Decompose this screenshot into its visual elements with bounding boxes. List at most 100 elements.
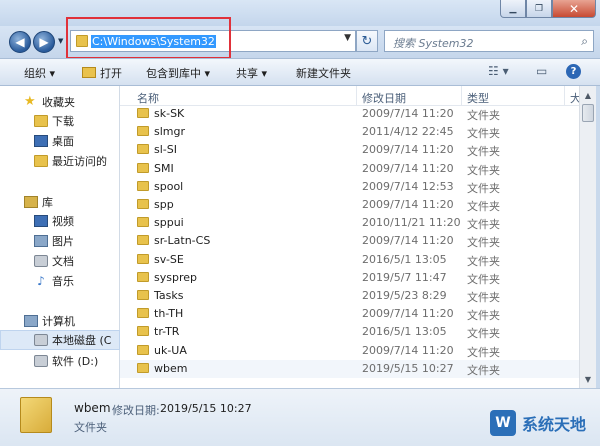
folder-icon <box>137 144 149 155</box>
details-date-value: 2019/5/15 10:27 <box>160 402 252 415</box>
file-row[interactable]: spp 2009/7/14 11:20 文件夹 <box>120 196 579 214</box>
nav-pictures[interactable]: 图片 <box>34 232 74 250</box>
nav-pictures-label: 图片 <box>52 235 74 248</box>
nav-software-drive[interactable]: 软件 (D:) <box>34 352 98 370</box>
file-row[interactable]: Tasks 2019/5/23 8:29 文件夹 <box>120 287 579 305</box>
details-date-label: 修改日期: <box>112 404 160 417</box>
scroll-down-icon[interactable]: ▼ <box>580 371 596 387</box>
column-size[interactable]: 大 <box>570 90 579 106</box>
nav-local-disk[interactable]: 本地磁盘 (C <box>34 331 120 349</box>
scroll-up-icon[interactable]: ▲ <box>580 87 596 103</box>
video-icon <box>34 215 48 227</box>
column-separator[interactable] <box>564 86 565 106</box>
nav-videos[interactable]: 视频 <box>34 212 74 230</box>
file-name: sysprep <box>154 270 197 284</box>
folder-icon <box>137 162 149 173</box>
close-button[interactable]: ✕ <box>552 0 596 18</box>
include-in-library-button[interactable]: 包含到库中 ▾ <box>146 65 210 81</box>
preview-pane-icon[interactable]: ▭ <box>536 64 547 78</box>
open-icon <box>82 67 96 78</box>
column-separator[interactable] <box>356 86 357 106</box>
nav-desktop[interactable]: 桌面 <box>34 132 74 150</box>
nav-downloads[interactable]: 下载 <box>34 112 74 130</box>
large-folder-icon <box>20 397 52 433</box>
file-row[interactable]: wbem 2019/5/15 10:27 文件夹 <box>120 359 579 378</box>
downloads-icon <box>34 115 48 127</box>
vertical-scrollbar[interactable]: ▲ ▼ <box>579 86 596 388</box>
file-name: uk-UA <box>154 343 187 357</box>
file-date: 2019/5/15 10:27 <box>362 361 454 375</box>
file-name: slmgr <box>154 125 186 139</box>
file-row[interactable]: sv-SE 2016/5/1 13:05 文件夹 <box>120 251 579 269</box>
file-date: 2009/7/14 11:20 <box>362 107 454 120</box>
library-icon <box>24 196 38 208</box>
watermark-logo: W <box>490 410 516 436</box>
file-date: 2009/7/14 11:20 <box>362 343 454 357</box>
help-icon[interactable]: ? <box>566 64 581 79</box>
share-button[interactable]: 共享 ▾ <box>236 65 267 81</box>
file-type: 文件夹 <box>467 127 500 141</box>
column-name[interactable]: 名称 <box>137 90 159 106</box>
file-list: 名称 修改日期 类型 大 sk-SK 2009/7/14 11:20 文件夹 slmg… <box>120 86 579 388</box>
forward-button[interactable]: ▶ <box>33 31 55 53</box>
file-date: 2011/4/12 22:45 <box>362 125 454 139</box>
file-date: 2019/5/7 11:47 <box>362 270 447 284</box>
folder-icon <box>137 126 149 137</box>
file-date: 2010/11/21 11:20 <box>362 216 461 230</box>
organize-button[interactable]: 组织 ▾ <box>24 65 55 81</box>
back-button[interactable]: ◀ <box>9 31 31 53</box>
file-row[interactable]: SMI 2009/7/14 11:20 文件夹 <box>120 160 579 178</box>
file-date: 2016/5/1 13:05 <box>362 252 447 266</box>
minimize-button[interactable]: ▁ <box>500 0 526 18</box>
file-date: 2009/7/14 11:20 <box>362 143 454 157</box>
file-name: tr-TR <box>154 325 180 339</box>
file-row[interactable]: sk-SK 2009/7/14 11:20 文件夹 <box>120 105 579 123</box>
file-row[interactable]: tr-TR 2016/5/1 13:05 文件夹 <box>120 323 579 341</box>
nav-computer[interactable]: 计算机 <box>24 312 75 330</box>
file-name: Tasks <box>154 289 184 302</box>
file-date: 2016/5/1 13:05 <box>362 325 447 339</box>
file-type: 文件夹 <box>467 345 500 359</box>
music-icon: ♪ <box>37 274 45 288</box>
command-toolbar: 组织 ▾ 打开 包含到库中 ▾ 共享 ▾ 新建文件夹 ☷ ▾ ▭ ? <box>0 58 600 86</box>
search-icon[interactable]: ⌕ <box>581 34 588 49</box>
scroll-thumb[interactable] <box>582 104 594 122</box>
new-folder-button[interactable]: 新建文件夹 <box>296 65 351 81</box>
column-separator[interactable] <box>461 86 462 106</box>
file-type: 文件夹 <box>467 236 500 250</box>
file-row[interactable]: slmgr 2011/4/12 22:45 文件夹 <box>120 123 579 141</box>
maximize-button[interactable]: ❐ <box>526 0 552 18</box>
details-type: 文件夹 <box>74 421 107 434</box>
file-date: 2009/7/14 11:20 <box>362 234 454 248</box>
file-row[interactable]: sppui 2010/11/21 11:20 文件夹 <box>120 214 579 232</box>
nav-local-disk-label: 本地磁盘 (C <box>52 334 112 347</box>
folder-icon <box>137 108 149 118</box>
nav-documents[interactable]: 文档 <box>34 252 74 270</box>
file-row[interactable]: th-TH 2009/7/14 11:20 文件夹 <box>120 305 579 323</box>
search-placeholder: 搜索 System32 <box>393 37 474 50</box>
view-options-icon[interactable]: ☷ ▾ <box>488 64 509 78</box>
file-row[interactable]: uk-UA 2009/7/14 11:20 文件夹 <box>120 342 579 360</box>
nav-libraries[interactable]: 库 <box>24 193 53 211</box>
recent-pages-dropdown-icon[interactable]: ▼ <box>58 37 63 45</box>
refresh-button[interactable]: ↻ <box>356 30 378 52</box>
column-date[interactable]: 修改日期 <box>362 90 406 106</box>
file-type: 文件夹 <box>467 254 500 268</box>
file-row[interactable]: spool 2009/7/14 12:53 文件夹 <box>120 178 579 196</box>
folder-icon <box>137 180 149 191</box>
address-dropdown-icon[interactable]: ▼ <box>344 33 351 43</box>
nav-favorites[interactable]: ★ 收藏夹 <box>24 93 75 111</box>
nav-documents-label: 文档 <box>52 255 74 268</box>
nav-music[interactable]: ♪ 音乐 <box>34 272 74 290</box>
search-input[interactable]: 搜索 System32 ⌕ <box>384 30 594 52</box>
file-row[interactable]: sr-Latn-CS 2009/7/14 11:20 文件夹 <box>120 232 579 250</box>
column-type[interactable]: 类型 <box>467 90 489 106</box>
file-type: 文件夹 <box>467 272 500 286</box>
file-name: sk-SK <box>154 107 185 120</box>
nav-recent[interactable]: 最近访问的 <box>34 152 120 170</box>
file-row[interactable]: sl-SI 2009/7/14 11:20 文件夹 <box>120 141 579 159</box>
nav-software-drive-label: 软件 (D:) <box>52 355 99 368</box>
details-name: wbem <box>74 401 111 415</box>
file-row[interactable]: sysprep 2019/5/7 11:47 文件夹 <box>120 269 579 287</box>
open-button[interactable]: 打开 <box>82 65 122 81</box>
